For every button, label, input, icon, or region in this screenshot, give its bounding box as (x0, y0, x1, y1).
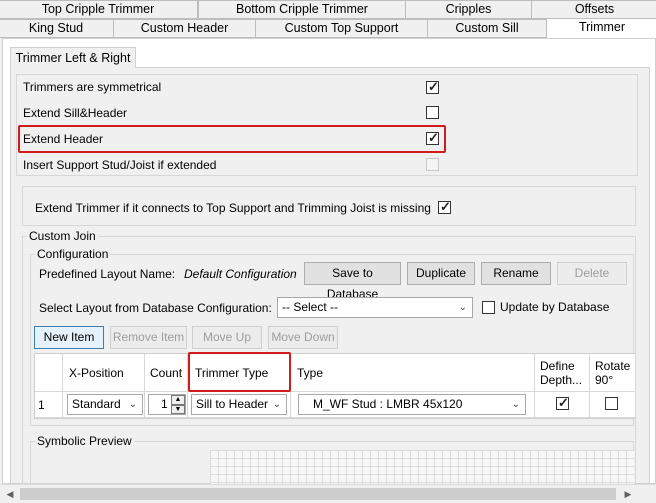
new-item-button[interactable]: New Item (34, 326, 104, 349)
column-header-xposition[interactable]: X-Position (63, 354, 145, 392)
insert-support-checkbox[interactable] (426, 158, 439, 171)
column-header-label: Define Depth... (540, 359, 583, 387)
type-value: M_WF Stud : LMBR 45x120 (313, 397, 463, 411)
insert-support-label: Insert Support Stud/Joist if extended (23, 158, 217, 172)
tab-top-cripple-trimmer[interactable]: Top Cripple Trimmer (0, 0, 198, 19)
rename-button[interactable]: Rename (481, 262, 551, 285)
tab-offsets[interactable]: Offsets (531, 0, 656, 19)
subtab-trimmer-left-right[interactable]: Trimmer Left & Right (10, 47, 136, 68)
column-header-type[interactable]: Type (291, 354, 535, 392)
extend-header-highlight (18, 125, 446, 153)
duplicate-button[interactable]: Duplicate (407, 262, 475, 285)
tab-bottom-cripple-trimmer[interactable]: Bottom Cripple Trimmer (198, 0, 406, 19)
tab-custom-top-support[interactable]: Custom Top Support (255, 19, 428, 38)
layout-name-value: Default Configuration (184, 267, 297, 281)
check-icon: ✓ (558, 395, 569, 410)
table-row[interactable]: 1 (35, 392, 63, 418)
configuration-legend: Configuration (35, 247, 111, 261)
column-header-label: X-Position (69, 366, 124, 380)
move-up-button[interactable]: Move Up (192, 326, 262, 349)
tab-cripples[interactable]: Cripples (405, 0, 532, 19)
count-stepper[interactable]: 1 ▲ ▼ (148, 394, 186, 415)
column-header-label: Type (297, 366, 324, 380)
column-header-rotate[interactable]: Rotate 90° (590, 354, 636, 392)
symmetrical-checkbox[interactable]: ✓ (426, 79, 439, 94)
chevron-down-icon: ⌄ (458, 302, 467, 313)
layout-name-label: Predefined Layout Name: (39, 267, 176, 281)
trimmer-type-highlight (188, 352, 291, 392)
xposition-value: Standard (72, 397, 121, 411)
tab-king-stud[interactable]: King Stud (0, 19, 114, 38)
arrow-down-icon[interactable]: ▼ (171, 405, 185, 414)
custom-join-legend: Custom Join (27, 229, 98, 243)
extend-trimmer-checkbox[interactable]: ✓ (438, 199, 451, 214)
symmetrical-label: Trimmers are symmetrical (23, 80, 162, 94)
symbolic-preview-canvas (210, 450, 634, 484)
check-icon: ✓ (440, 199, 451, 214)
check-icon: ✓ (428, 79, 439, 94)
trimmer-type-select[interactable]: Sill to Header ⌄ (191, 394, 287, 415)
define-depth-checkbox[interactable]: ✓ (556, 395, 569, 410)
tab-custom-sill[interactable]: Custom Sill (427, 19, 547, 38)
type-select[interactable]: M_WF Stud : LMBR 45x120 ⌄ (298, 394, 526, 415)
row-number: 1 (38, 398, 45, 412)
chevron-down-icon: ⌄ (272, 399, 281, 410)
chevron-down-icon: ⌄ (511, 399, 520, 410)
move-down-button[interactable]: Move Down (268, 326, 338, 349)
scroll-left-icon[interactable]: ◀ (2, 485, 18, 503)
update-by-database-checkbox[interactable] (482, 301, 495, 314)
extend-trimmer-label: Extend Trimmer if it connects to Top Sup… (35, 201, 431, 215)
tab-custom-header[interactable]: Custom Header (113, 19, 256, 38)
save-to-database-button[interactable]: Save to Database (304, 262, 401, 301)
scrollbar-thumb[interactable] (20, 488, 616, 500)
tab-trimmer[interactable]: Trimmer (546, 18, 656, 39)
count-value: 1 (161, 397, 168, 411)
trimmer-type-value: Sill to Header (196, 397, 269, 411)
layout-select[interactable]: -- Select -- ⌄ (277, 297, 473, 318)
extend-sill-header-label: Extend Sill&Header (23, 106, 128, 120)
rotate-checkbox[interactable] (605, 397, 618, 410)
update-by-database-label: Update by Database (500, 300, 610, 314)
row-header-corner (35, 354, 63, 392)
delete-button[interactable]: Delete (557, 262, 627, 285)
arrow-up-icon[interactable]: ▲ (171, 395, 185, 405)
select-layout-label: Select Layout from Database Configuratio… (39, 301, 272, 315)
xposition-select[interactable]: Standard ⌄ (67, 394, 143, 415)
scroll-right-icon[interactable]: ▶ (620, 485, 636, 503)
remove-item-button[interactable]: Remove Item (110, 326, 187, 349)
layout-select-value: -- Select -- (282, 300, 339, 314)
column-header-label: Rotate 90° (595, 359, 631, 387)
column-header-define-depth[interactable]: Define Depth... (535, 354, 590, 392)
chevron-down-icon: ⌄ (128, 399, 137, 410)
column-header-count[interactable]: Count (145, 354, 188, 392)
symbolic-preview-legend: Symbolic Preview (35, 434, 134, 448)
column-header-label: Count (150, 366, 183, 380)
horizontal-scrollbar[interactable]: ◀ ▶ (0, 484, 656, 503)
extend-sill-header-checkbox[interactable] (426, 106, 439, 119)
